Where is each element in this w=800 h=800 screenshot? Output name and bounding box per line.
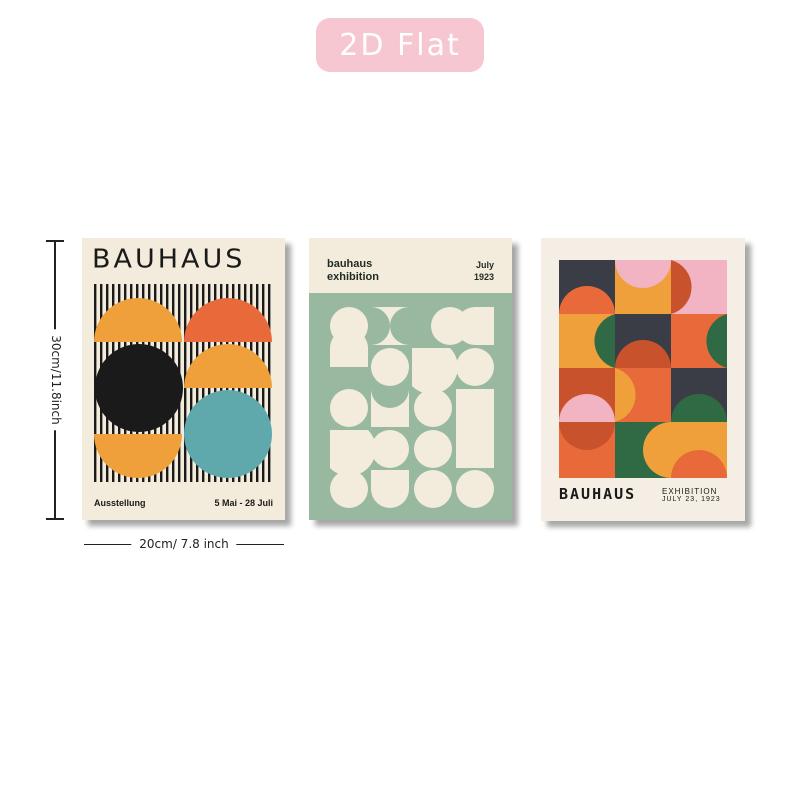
poster-bauhaus-ausstellung: BAUHAUS Ausstellung 5 Mai - 28 Juli: [82, 238, 285, 520]
poster-subtitle-line1: EXHIBITION: [662, 487, 718, 496]
poster-title: BAUHAUS: [559, 485, 637, 503]
poster-footer-right: 5 Mai - 28 Juli: [214, 498, 273, 508]
poster-bauhaus-exhibition-1923: bauhaus exhibition July 1923: [309, 238, 512, 520]
view-mode-badge: 2D Flat: [316, 18, 484, 72]
poster-subtitle-line2: JULY 23, 1923: [662, 496, 721, 503]
poster-artwork: [94, 284, 272, 482]
poster-artwork: [309, 293, 512, 520]
height-dimension-label: 30cm/11.8inch: [49, 329, 63, 431]
width-dimension-label: 20cm/ 7.8 inch: [131, 537, 237, 551]
height-dimension-cap-bottom: [46, 518, 64, 520]
height-dimension-cap-top: [46, 240, 64, 242]
poster-artwork: [559, 260, 727, 478]
poster-footer-left: Ausstellung: [94, 498, 146, 508]
poster-bauhaus-exhibition-july: BAUHAUS EXHIBITION JULY 23, 1923: [541, 238, 745, 521]
